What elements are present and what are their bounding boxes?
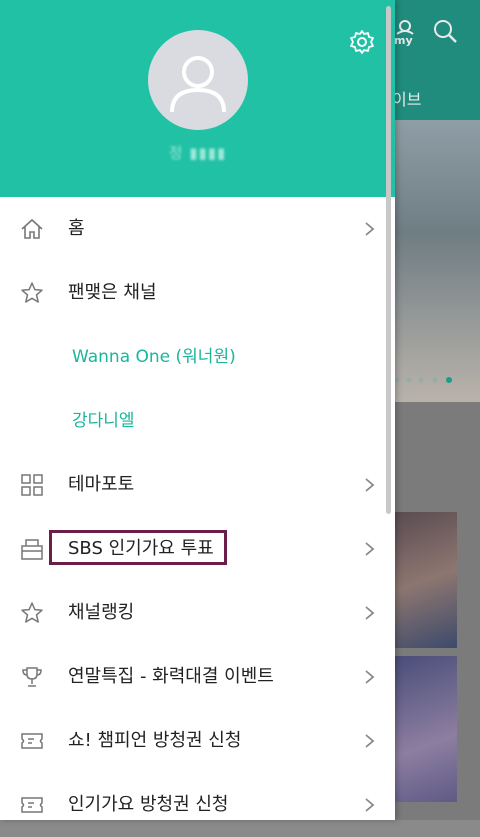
trophy-icon (22, 667, 42, 687)
menu-subitem-channel[interactable]: 강다니엘 (0, 389, 395, 453)
menu-item-theme-photo[interactable]: 테마포토 (0, 453, 395, 517)
settings-gear-icon[interactable] (348, 28, 376, 56)
menu-item-year-end-event[interactable]: 연말특집 - 화력대결 이벤트 (0, 645, 395, 709)
background-thumbnail (395, 512, 457, 648)
home-icon (21, 218, 43, 239)
menu-subitem-channel[interactable]: Wanna One (워너원) (0, 325, 395, 389)
chevron-right-icon (365, 478, 375, 492)
chevron-right-icon (365, 606, 375, 620)
menu-item-label: 쇼! 챔피언 방청권 신청 (68, 730, 242, 751)
scrollbar[interactable] (386, 6, 391, 514)
menu-item-label: 인기가요 방청권 신청 (68, 794, 229, 815)
highlight-box (49, 530, 227, 565)
menu-item-inkigayo-ticket[interactable]: 인기가요 방청권 신청 (0, 773, 395, 837)
ticket-icon (21, 797, 43, 813)
menu-item-channel-ranking[interactable]: 채널랭킹 (0, 581, 395, 645)
my-button[interactable]: my (392, 18, 418, 48)
user-icon (170, 56, 226, 113)
chevron-right-icon (365, 670, 375, 684)
menu-item-show-champion-ticket[interactable]: 쇼! 챔피언 방청권 신청 (0, 709, 395, 773)
menu-item-label: 팬맺은 채널 (68, 282, 157, 303)
chevron-right-icon (365, 798, 375, 812)
star-icon (21, 602, 43, 623)
star-icon (21, 282, 43, 303)
search-icon[interactable] (432, 18, 458, 44)
background-banner (395, 120, 480, 402)
background-tab-label: 이브 (392, 90, 422, 109)
menu-item-label: 홈 (68, 218, 85, 239)
carousel-dots (395, 377, 452, 383)
ballot-box-icon (21, 539, 43, 560)
menu-item-label: 테마포토 (68, 474, 135, 495)
ticket-icon (21, 733, 43, 749)
chevron-right-icon (365, 542, 375, 556)
menu-item-fan-channels[interactable]: 팬맺은 채널 (0, 261, 395, 325)
my-label: my (394, 34, 413, 47)
navigation-drawer: 정 ▮▮▮▮ 홈 팬맺은 채널 Wanna One (워너원) 강다니엘 테마포… (0, 0, 395, 820)
drawer-header: 정 ▮▮▮▮ (0, 0, 395, 197)
background-thumbnail (395, 656, 457, 802)
menu-item-label: 연말특집 - 화력대결 이벤트 (68, 666, 274, 687)
menu-item-label: 채널랭킹 (68, 602, 135, 623)
chevron-right-icon (365, 222, 375, 236)
menu-item-label: 강다니엘 (72, 411, 135, 431)
grid-icon (21, 474, 43, 496)
chevron-right-icon (365, 734, 375, 748)
avatar[interactable] (148, 30, 248, 130)
username: 정 ▮▮▮▮ (168, 144, 227, 162)
menu-item-label: Wanna One (워너원) (72, 347, 236, 367)
menu-item-home[interactable]: 홈 (0, 197, 395, 261)
